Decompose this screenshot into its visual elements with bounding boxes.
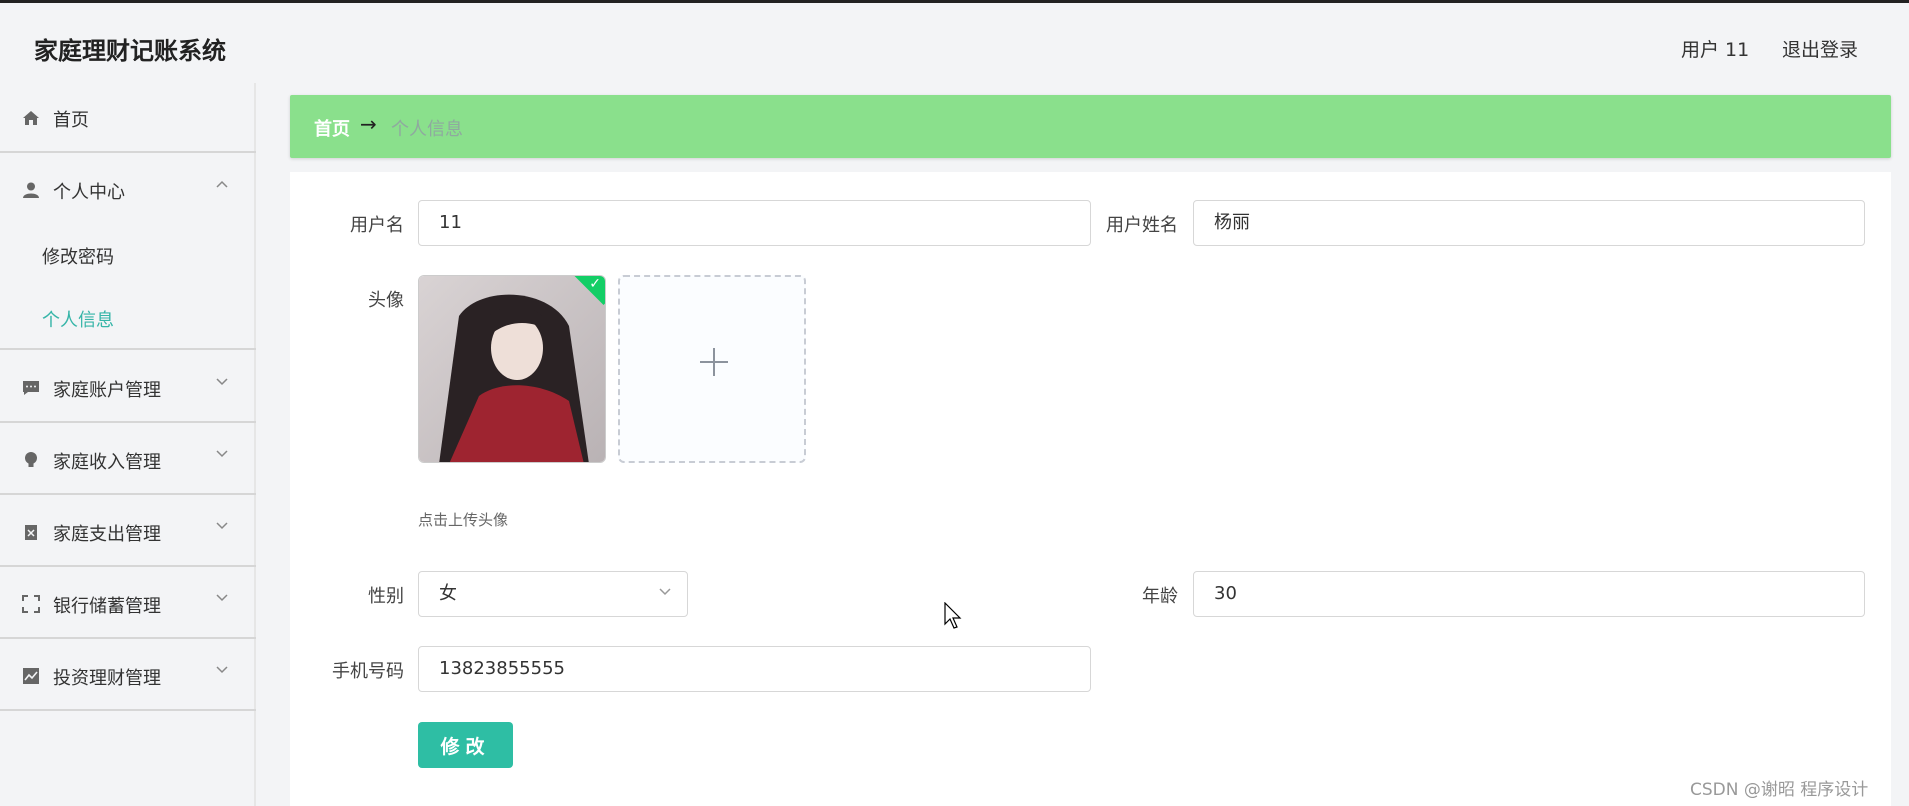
chevron-down-icon — [215, 519, 229, 535]
breadcrumb-separator-arrow-icon: → — [360, 112, 377, 136]
clipboard-icon — [22, 523, 40, 541]
username-field[interactable]: 11 — [418, 200, 1091, 246]
avatar-photo — [419, 276, 605, 462]
breadcrumb-home-link[interactable]: 首页 — [314, 115, 350, 141]
top-header: 家庭理财记账系统 用户 11 退出登录 — [0, 3, 1909, 83]
watermark-text: CSDN @谢昭 程序设计 — [1690, 780, 1869, 800]
avatar-image[interactable]: ✓ — [418, 275, 606, 463]
avatar-upload-hint: 点击上传头像 — [418, 511, 509, 529]
gender-label: 性别 — [368, 586, 404, 607]
sidebar-item-family-expense[interactable]: 家庭支出管理 — [0, 497, 256, 567]
avatar-label: 头像 — [368, 290, 404, 311]
checkmark-icon: ✓ — [589, 276, 601, 292]
chevron-down-icon — [215, 375, 229, 391]
sidebar-item-label: 个人中心 — [53, 182, 125, 203]
age-label: 年龄 — [1142, 586, 1178, 607]
sidebar-item-family-accounts[interactable]: 家庭账户管理 — [0, 353, 256, 423]
sidebar-item-investment[interactable]: 投资理财管理 — [0, 641, 256, 711]
chevron-down-icon — [215, 447, 229, 463]
realname-field[interactable]: 杨丽 — [1193, 200, 1865, 246]
current-user-label: 用户 11 — [1681, 39, 1750, 61]
phone-label: 手机号码 — [332, 661, 404, 682]
logout-link[interactable]: 退出登录 — [1782, 35, 1858, 62]
fullscreen-icon — [22, 595, 40, 613]
sidebar-item-bank-savings[interactable]: 银行储蓄管理 — [0, 569, 256, 639]
chevron-down-icon — [215, 663, 229, 679]
lightbulb-icon — [22, 451, 40, 469]
realname-label: 用户姓名 — [1106, 215, 1178, 236]
sidebar-subitem-change-password[interactable]: 修改密码 — [0, 225, 256, 285]
chevron-down-icon — [658, 585, 672, 601]
submit-button[interactable]: 修改 — [418, 722, 513, 768]
chat-icon — [22, 379, 40, 397]
phone-field[interactable]: 13823855555 — [418, 646, 1091, 692]
sidebar: 首页 个人中心 修改密码 个人信息 家庭账户管理 家庭收入管理 家庭支出管理 银… — [0, 83, 256, 806]
sidebar-item-label: 家庭支出管理 — [53, 524, 161, 545]
sidebar-item-label: 银行储蓄管理 — [53, 596, 161, 617]
avatar-upload-button[interactable] — [618, 275, 806, 463]
sidebar-subitem-personal-info[interactable]: 个人信息 — [0, 288, 256, 350]
home-icon — [22, 109, 40, 127]
gender-select[interactable]: 女 — [418, 571, 688, 617]
sidebar-subitem-label: 个人信息 — [42, 310, 114, 331]
sidebar-item-label: 首页 — [53, 110, 89, 131]
sidebar-item-personal-center[interactable]: 个人中心 — [0, 155, 256, 225]
sidebar-subitem-label: 修改密码 — [42, 247, 114, 268]
chevron-down-icon — [215, 591, 229, 607]
breadcrumb-current: 个人信息 — [391, 119, 463, 140]
sidebar-item-label: 家庭收入管理 — [53, 452, 161, 473]
chevron-up-icon — [215, 177, 229, 193]
form-panel — [290, 172, 1891, 806]
username-label: 用户名 — [350, 215, 404, 236]
chart-icon — [22, 667, 40, 685]
plus-icon — [698, 339, 730, 388]
sidebar-item-family-income[interactable]: 家庭收入管理 — [0, 425, 256, 495]
breadcrumb: 首页 → 个人信息 — [290, 95, 1891, 158]
sidebar-item-label: 家庭账户管理 — [53, 380, 161, 401]
age-field[interactable]: 30 — [1193, 571, 1865, 617]
app-title: 家庭理财记账系统 — [34, 37, 226, 65]
sidebar-item-home[interactable]: 首页 — [0, 83, 256, 153]
mouse-cursor-icon — [944, 601, 964, 634]
user-icon — [22, 181, 40, 199]
sidebar-item-label: 投资理财管理 — [53, 668, 161, 689]
